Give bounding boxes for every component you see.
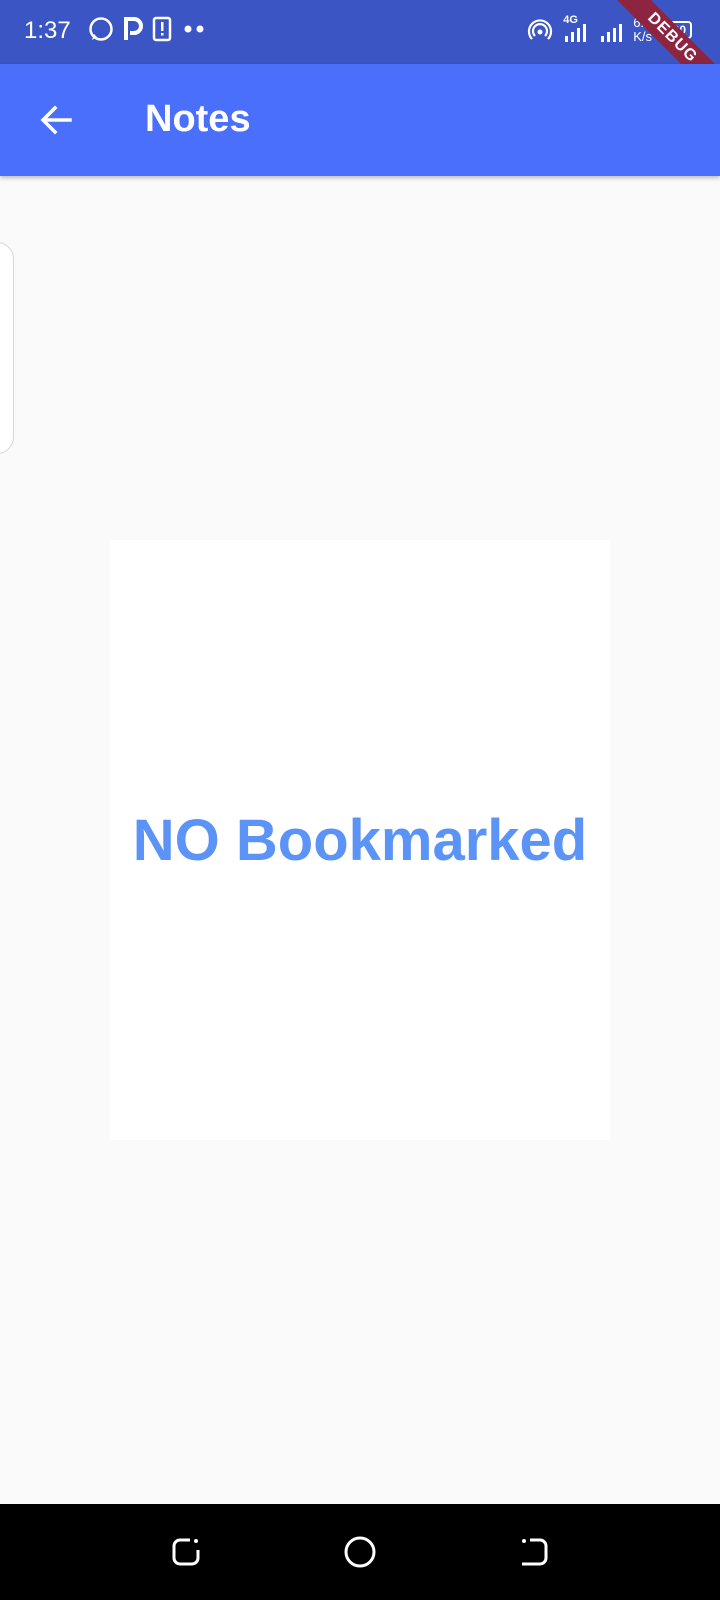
hotspot-icon (528, 19, 553, 40)
drawer-handle[interactable] (0, 242, 14, 454)
empty-state-message: NO Bookmarked (132, 807, 588, 873)
app-bar: Notes (0, 64, 720, 176)
empty-state-card: NO Bookmarked (110, 540, 610, 1140)
home-icon[interactable] (340, 1532, 380, 1572)
net-speed-unit: K/s (633, 29, 652, 44)
arrow-back-icon (40, 105, 72, 135)
alert-icon (152, 16, 172, 42)
signal-icon (601, 24, 623, 42)
recents-icon[interactable] (166, 1532, 206, 1572)
status-time: 1:37 (24, 17, 71, 44)
status-bar: 1:37 4G 6.2 K/s 100 (0, 0, 720, 64)
battery-level: 100 (665, 23, 687, 37)
p-app-icon (124, 17, 143, 40)
net-speed: 6.2 K/s (633, 16, 652, 44)
dots-icon (184, 25, 204, 33)
network-type: 4G (561, 14, 591, 44)
back-button[interactable] (28, 92, 84, 148)
battery-icon: 100 (660, 21, 692, 39)
back-icon[interactable] (514, 1532, 554, 1572)
net-speed-value: 6.2 (633, 15, 652, 30)
whatsapp-icon (89, 17, 113, 41)
notification-icons (88, 16, 208, 42)
signal-icon (565, 24, 587, 42)
navigation-bar (0, 1504, 720, 1600)
page-title: Notes (145, 98, 251, 140)
system-icons: 4G 6.2 K/s 100 (527, 14, 692, 44)
